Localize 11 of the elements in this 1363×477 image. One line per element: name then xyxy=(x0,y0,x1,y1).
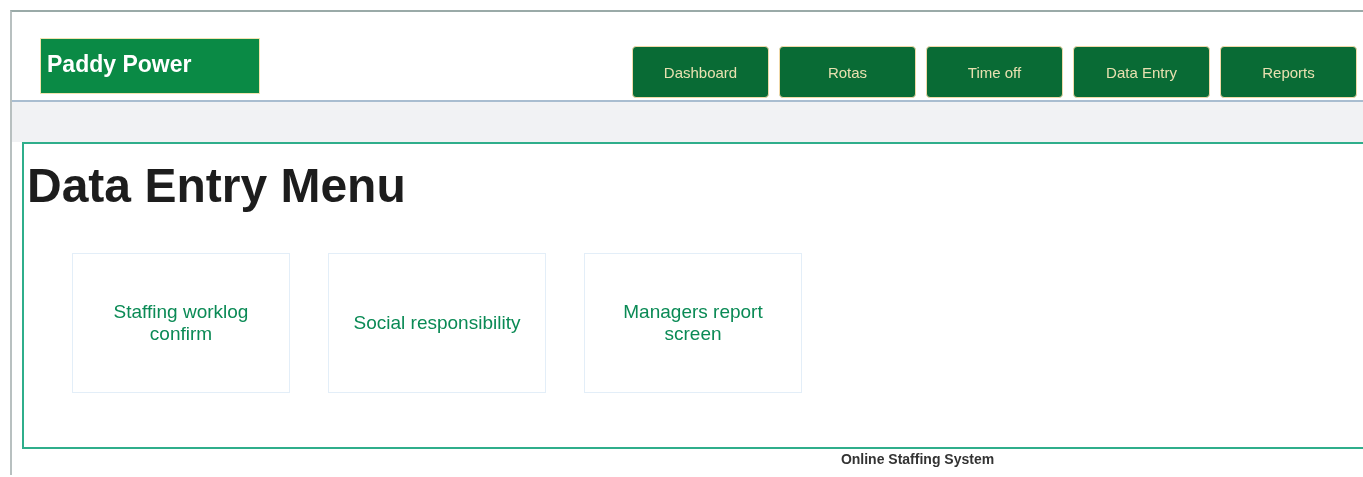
nav-tab[interactable]: Reports xyxy=(1220,46,1357,98)
menu-tile[interactable]: Staffing worklog confirm xyxy=(72,253,290,393)
logo: Paddy Power xyxy=(40,38,260,94)
nav-tab[interactable]: Data Entry xyxy=(1073,46,1210,98)
footer-text: Online Staffing System xyxy=(840,451,995,467)
menu-tile[interactable]: Social responsibility xyxy=(328,253,546,393)
menu-tile[interactable]: Managers report screen xyxy=(584,253,802,393)
nav-tab[interactable]: Dashboard xyxy=(632,46,769,98)
nav-tab[interactable]: Rotas xyxy=(779,46,916,98)
page-title: Data Entry Menu xyxy=(27,158,407,213)
nav-tab[interactable]: Time off xyxy=(926,46,1063,98)
